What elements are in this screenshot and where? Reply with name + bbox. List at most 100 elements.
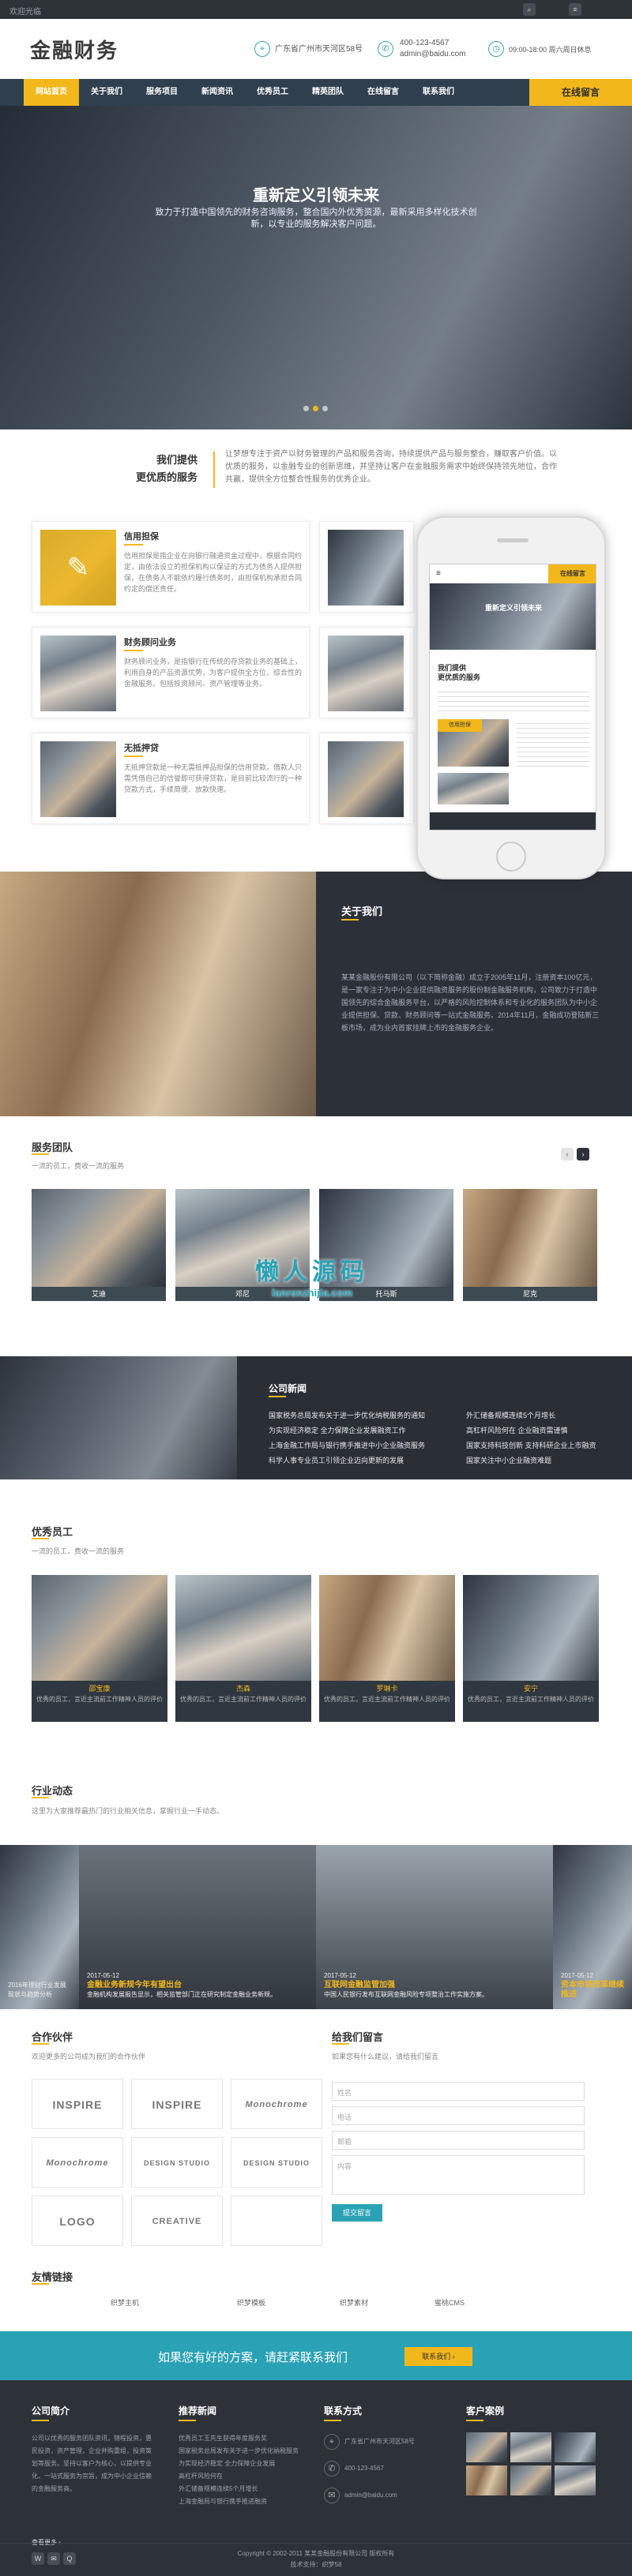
partners-title: 合作伙伴 [32, 2031, 73, 2043]
industry-item[interactable]: 2017-05-12 互联网金融监管加强 中国人民银行发布互联网金融风险专项整治工作… [316, 1845, 553, 2009]
email-field[interactable]: 邮箱 [332, 2131, 585, 2150]
team-member-photo[interactable] [463, 1189, 597, 1287]
partner-logo[interactable]: Monochrome [231, 2079, 322, 2129]
staff-caption: 杰森 优秀的员工，言近主流前工作精神人员的评价 [175, 1681, 311, 1722]
partner-logo-empty[interactable] [231, 2195, 322, 2246]
partner-logo[interactable]: CREATIVE [131, 2195, 223, 2246]
team-title: 服务团队 [32, 1142, 73, 1153]
slider-dot-active[interactable] [313, 406, 318, 411]
site-logo[interactable]: 金融财务 [30, 35, 118, 64]
service-intro: 让梦想专注于资产以财务管理的产品和服务咨询，持续提供产品与服务整合，赚取客户价值… [225, 450, 557, 484]
hero-banner: 重新定义引领未来 致力于打造中国领先的财务咨询服务，整合国内外优秀资源，最新采用… [0, 106, 632, 429]
welcome-text: 欢迎光临 [9, 8, 41, 17]
footer-cases-title: 客户案例 [466, 2405, 505, 2417]
nav-item-news[interactable]: 新闻资讯 [190, 79, 245, 106]
service-title-1: 我们提供 [156, 454, 198, 466]
nav-item-contact[interactable]: 联系我们 [411, 79, 466, 106]
pen-icon: ✎ [40, 530, 116, 606]
hero-overlay [0, 106, 632, 429]
search-icon[interactable]: ⌕ [523, 3, 536, 16]
service-card[interactable]: 无抵押贷 无抵押贷款是一种无需抵押品担保的信用贷款，借款人只需凭借自己的信誉即可… [32, 733, 310, 824]
contact-us-button[interactable]: 联系我们 › [404, 2347, 472, 2366]
phone-field[interactable]: 电话 [332, 2106, 585, 2125]
online-message-button[interactable]: 在线留言 [529, 79, 632, 106]
case-thumbnail[interactable] [510, 2465, 551, 2495]
partner-logo[interactable]: DESIGN STUDIO [131, 2137, 223, 2188]
phone-card-title: 信用担保 [438, 719, 482, 732]
footer-news-item[interactable]: 高杠杆风险何在 [179, 2470, 305, 2483]
case-thumbnail[interactable] [466, 2465, 507, 2495]
partner-logo[interactable]: INSPIRE [131, 2079, 223, 2129]
footer-phone: 400-123-4567 [344, 2465, 384, 2472]
team-next-button[interactable]: › [577, 1148, 589, 1161]
industry-item[interactable]: 2016年理财行业发展现状与趋势分析 [0, 1845, 79, 2009]
name-field[interactable]: 姓名 [332, 2082, 585, 2101]
email-icon: ✉ [324, 2488, 340, 2503]
staff-photo[interactable] [175, 1575, 311, 1681]
team-member-name: 艾迪 [32, 1287, 166, 1301]
menu-icon[interactable]: ≡ [569, 3, 581, 16]
footer-underline [32, 2420, 49, 2421]
phone-bottom-bar[interactable] [430, 812, 596, 830]
team-prev-button[interactable]: ‹ [561, 1148, 574, 1161]
news-item[interactable]: 为实现经济稳定 全力保障企业发展融资工作 [269, 1423, 442, 1438]
message-title: 给我们留言 [332, 2031, 384, 2043]
team-underline [32, 1153, 49, 1155]
nav-item-about[interactable]: 关于我们 [79, 79, 134, 106]
nav-item-staff[interactable]: 优秀员工 [245, 79, 300, 106]
partner-logo[interactable]: Monochrome [32, 2137, 123, 2188]
news-item[interactable]: 国家税务总局发布关于进一步优化纳税服务的通知 [269, 1408, 442, 1423]
news-item[interactable]: 国家关注中小企业融资难题 [466, 1453, 616, 1468]
content-textarea[interactable]: 内容 [332, 2155, 585, 2195]
footer-news-item[interactable]: 为实现经济稳定 全力保障企业发展 [179, 2458, 305, 2470]
news-item[interactable]: 科学人事专业员工引领企业迈向更新的发展 [269, 1453, 442, 1468]
service-card-partial[interactable] [319, 627, 414, 718]
nav-item-message[interactable]: 在线留言 [356, 79, 411, 106]
submit-button[interactable]: 提交留言 [332, 2204, 382, 2222]
footer-news-item[interactable]: 外汇储备规模连续5个月增长 [179, 2483, 305, 2495]
service-card[interactable]: 财务顾问业务 财务顾问业务，是指银行在传统的存贷款业务的基础上，利用自身的产品资… [32, 627, 310, 718]
footer-news-item[interactable]: 优秀员工王先生获得年度服务奖 [179, 2432, 305, 2445]
case-thumbnail[interactable] [466, 2432, 507, 2462]
news-item[interactable]: 外汇储备规模连续5个月增长 [466, 1408, 616, 1423]
card-underline [124, 650, 143, 651]
slider-dot[interactable] [322, 406, 328, 411]
team-member-photo[interactable] [32, 1189, 166, 1287]
news-list-right: 外汇储备规模连续5个月增长 高杠杆风险何在 企业融资需谨慎 国家支持科技创新 支… [466, 1408, 616, 1468]
partner-logo[interactable]: DESIGN STUDIO [231, 2137, 322, 2188]
header-email: admin@baidu.com [400, 50, 466, 58]
nav-item-home[interactable]: 网站首页 [24, 79, 79, 106]
partner-logo[interactable]: INSPIRE [32, 2079, 123, 2129]
friend-link[interactable]: 织梦模板 [237, 2297, 265, 2308]
team-subtitle: 一流的员工，费收一流的服务 [32, 1162, 125, 1170]
case-thumbnail[interactable] [555, 2432, 596, 2462]
friend-link[interactable]: 织梦主机 [111, 2297, 139, 2308]
staff-photo[interactable] [463, 1575, 599, 1681]
partner-logo[interactable]: LOGO [32, 2195, 123, 2246]
industry-item[interactable]: 2017-05-12 金融业务新规今年有望出台 金融机构发展报告显示，相关监管部门正… [79, 1845, 316, 2009]
industry-underline [32, 1797, 49, 1798]
nav-item-services[interactable]: 服务项目 [134, 79, 190, 106]
service-card[interactable]: ✎ 信用担保 信用担保是指企业在向银行融通资金过程中，根据合同约定，由依法设立的… [32, 521, 310, 613]
case-thumbnail[interactable] [555, 2465, 596, 2495]
news-item[interactable]: 高杠杆风险何在 企业融资需谨慎 [466, 1423, 616, 1438]
industry-item-title: 资本市场改革继续推进 [561, 1981, 624, 1999]
service-card-partial[interactable] [319, 521, 414, 613]
service-card-partial[interactable] [319, 733, 414, 824]
news-item[interactable]: 国家支持科技创新 支持科研企业上市融资 [466, 1438, 616, 1453]
case-thumbnail[interactable] [510, 2432, 551, 2462]
slider-dot[interactable] [303, 406, 309, 411]
staff-photo[interactable] [319, 1575, 455, 1681]
footer-news-item[interactable]: 国家税务总局发布关于进一步优化纳税服务 [179, 2445, 305, 2458]
industry-item-title: 互联网金融监管加强 [324, 1981, 395, 1989]
footer-news-item[interactable]: 上海金融局与银行携手推进融资 [179, 2495, 305, 2508]
about-underline [341, 919, 359, 921]
friend-link[interactable]: 蜜桃CMS [434, 2297, 465, 2308]
phone-cta[interactable]: 在线留言 [548, 564, 596, 583]
staff-photo[interactable] [32, 1575, 167, 1681]
industry-item[interactable]: 2017-05-12 资本市场改革继续推进 [553, 1845, 632, 2009]
friend-link[interactable]: 织梦素材 [340, 2297, 368, 2308]
phone-menu-icon[interactable]: ≡ [436, 569, 441, 578]
nav-item-team[interactable]: 精英团队 [300, 79, 356, 106]
news-item[interactable]: 上海金融工作局与银行携手推进中小企业融资服务 [269, 1438, 442, 1453]
